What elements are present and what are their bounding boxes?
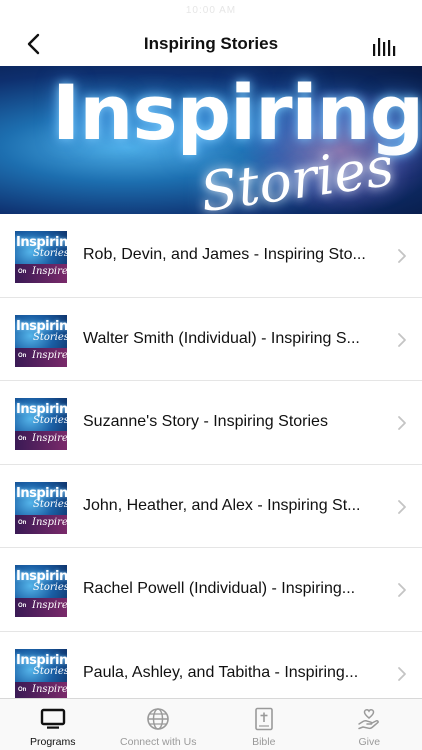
episode-row[interactable]: Inspiring Stories On Inspire Walter Smit… bbox=[0, 297, 422, 381]
navigation-bar: Inspiring Stories bbox=[0, 22, 422, 66]
tv-icon bbox=[40, 707, 66, 731]
thumbnail-text-line4: Inspire bbox=[32, 600, 67, 611]
episode-thumbnail: Inspiring Stories On Inspire bbox=[15, 398, 67, 450]
tab-label: Give bbox=[358, 736, 381, 748]
episode-thumbnail: Inspiring Stories On Inspire bbox=[15, 231, 67, 283]
now-playing-button[interactable] bbox=[370, 32, 400, 56]
thumbnail-text-line3: On bbox=[18, 352, 27, 359]
equalizer-icon bbox=[373, 38, 396, 56]
chevron-right-icon bbox=[398, 583, 406, 597]
status-bar: 10:00 AM bbox=[0, 0, 422, 22]
episode-title: Rachel Powell (Individual) - Inspiring..… bbox=[83, 580, 356, 597]
episode-thumbnail: Inspiring Stories On Inspire bbox=[15, 648, 67, 701]
episode-title: Walter Smith (Individual) - Inspiring S.… bbox=[83, 329, 360, 347]
episode-title: Suzanne's Story - Inspiring Stories bbox=[83, 413, 328, 430]
thumbnail-text-line4: Inspire bbox=[32, 266, 67, 277]
episode-title: Paula, Ashley, and Tabitha - Inspiring..… bbox=[83, 663, 359, 681]
thumbnail-text-line4: Inspire bbox=[32, 516, 67, 528]
tab-bible[interactable]: Bible bbox=[211, 699, 317, 750]
episode-thumbnail: Inspiring Stories On Inspire bbox=[15, 481, 67, 534]
chevron-right-icon bbox=[398, 249, 406, 263]
episode-list: Inspiring Stories On Inspire Rob, Devin,… bbox=[0, 214, 422, 715]
tab-bar: Programs Connect with Us Bible Give bbox=[0, 698, 422, 750]
thumbnail-text-line2: Stories bbox=[33, 415, 67, 426]
thumbnail-text-line2: Stories bbox=[33, 498, 67, 510]
thumbnail-text-line2: Stories bbox=[33, 331, 67, 343]
episode-thumbnail: Inspiring Stories On Inspire bbox=[15, 314, 67, 367]
status-time: 10:00 AM bbox=[185, 5, 237, 16]
hero-banner: Inspiring Stories bbox=[0, 66, 422, 214]
thumbnail-text-line3: On bbox=[18, 603, 27, 609]
tab-programs[interactable]: Programs bbox=[0, 699, 106, 750]
tab-connect-with-us[interactable]: Connect with Us bbox=[106, 699, 212, 750]
episode-row[interactable]: Inspiring Stories On Inspire Rachel Powe… bbox=[0, 548, 422, 632]
chevron-right-icon bbox=[398, 499, 406, 514]
episode-title: John, Heather, and Alex - Inspiring St..… bbox=[83, 496, 361, 514]
tab-label: Bible bbox=[252, 736, 276, 748]
tab-label: Programs bbox=[29, 736, 76, 748]
episode-row[interactable]: Inspiring Stories On Inspire Rob, Devin,… bbox=[0, 214, 422, 298]
give-heart-hand-icon bbox=[356, 707, 382, 731]
bible-icon bbox=[251, 707, 277, 731]
thumbnail-text-line3: On bbox=[18, 686, 27, 693]
thumbnail-text-line4: Inspire bbox=[32, 683, 67, 695]
page-title: Inspiring Stories bbox=[143, 34, 279, 53]
globe-icon bbox=[145, 707, 171, 731]
chevron-right-icon bbox=[398, 416, 406, 430]
tab-label: Connect with Us bbox=[120, 736, 197, 748]
thumbnail-text-line4: Inspire bbox=[32, 349, 67, 361]
chevron-right-icon bbox=[398, 666, 406, 681]
episode-row[interactable]: Inspiring Stories On Inspire John, Heath… bbox=[0, 464, 422, 548]
episode-thumbnail: Inspiring Stories On Inspire bbox=[15, 565, 67, 617]
chevron-right-icon bbox=[398, 332, 406, 347]
thumbnail-text-line2: Stories bbox=[33, 248, 67, 259]
thumbnail-text-line3: On bbox=[18, 436, 27, 442]
episode-row[interactable]: Inspiring Stories On Inspire Suzanne's S… bbox=[0, 381, 422, 465]
thumbnail-text-line2: Stories bbox=[33, 665, 67, 677]
thumbnail-text-line3: On bbox=[18, 519, 27, 526]
thumbnail-text-line2: Stories bbox=[33, 582, 67, 593]
thumbnail-text-line3: On bbox=[18, 269, 27, 275]
thumbnail-text-line4: Inspire bbox=[32, 433, 67, 444]
episode-title: Rob, Devin, and James - Inspiring Sto... bbox=[83, 246, 366, 263]
tab-give[interactable]: Give bbox=[317, 699, 422, 750]
